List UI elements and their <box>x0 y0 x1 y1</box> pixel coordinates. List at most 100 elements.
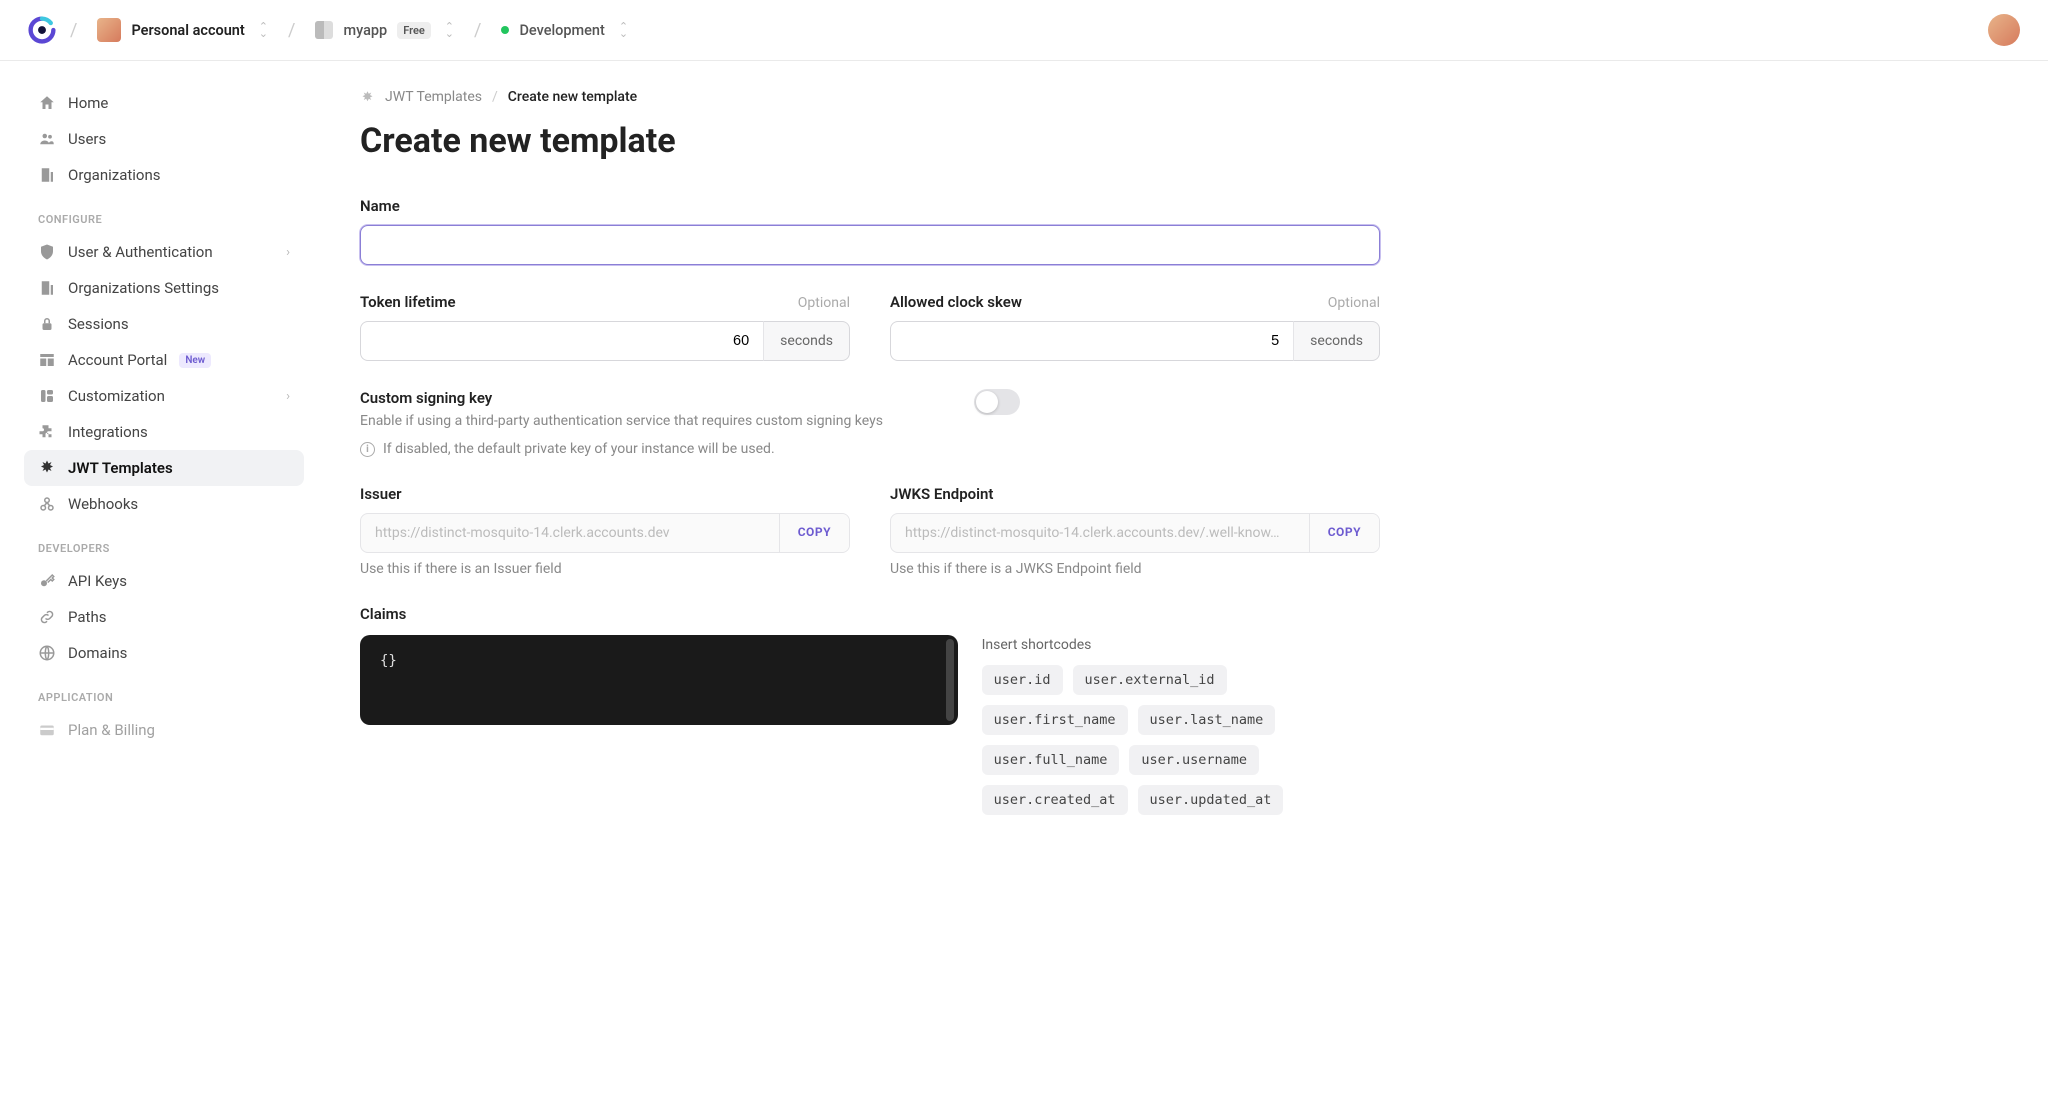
shortcode-chip[interactable]: user.full_name <box>982 745 1120 775</box>
signing-key-label: Custom signing key <box>360 389 883 407</box>
separator-icon: / <box>288 20 295 41</box>
breadcrumb-root[interactable]: JWT Templates <box>385 89 482 105</box>
sidebar-item-integrations[interactable]: Integrations <box>24 414 304 450</box>
jwks-hint: Use this if there is a JWKS Endpoint fie… <box>890 561 1380 577</box>
sidebar: Home Users Organizations CONFIGURE User … <box>0 61 320 883</box>
webhook-icon <box>38 495 56 513</box>
name-input[interactable] <box>360 225 1380 265</box>
app-name: myapp <box>343 22 387 39</box>
clock-skew-label: Allowed clock skew <box>890 293 1022 311</box>
shortcode-chip[interactable]: user.id <box>982 665 1063 695</box>
signing-key-info: If disabled, the default private key of … <box>383 441 775 457</box>
claims-content: {} <box>380 653 397 669</box>
plan-badge: Free <box>397 22 431 39</box>
shortcode-chip[interactable]: user.updated_at <box>1138 785 1284 815</box>
breadcrumb-current: Create new template <box>508 89 637 105</box>
chevron-updown-icon: ⌃⌄ <box>445 23 454 37</box>
building-icon <box>38 279 56 297</box>
sidebar-item-label: Home <box>68 94 108 112</box>
info-icon: i <box>360 442 375 457</box>
link-icon <box>38 608 56 626</box>
sidebar-item-label: Integrations <box>68 423 148 441</box>
sidebar-item-sessions[interactable]: Sessions <box>24 306 304 342</box>
sidebar-item-user-auth[interactable]: User & Authentication › <box>24 234 304 270</box>
separator-icon: / <box>492 89 498 105</box>
unit-label: seconds <box>763 321 850 361</box>
jwt-icon <box>360 90 375 105</box>
sidebar-item-jwt-templates[interactable]: JWT Templates <box>24 450 304 486</box>
signing-key-desc: Enable if using a third-party authentica… <box>360 411 883 431</box>
breadcrumb: JWT Templates / Create new template <box>360 89 1380 105</box>
account-label: Personal account <box>131 22 244 39</box>
sidebar-section-header: CONFIGURE <box>24 193 304 234</box>
shortcode-chip[interactable]: user.first_name <box>982 705 1128 735</box>
shortcode-chip[interactable]: user.external_id <box>1073 665 1227 695</box>
sidebar-item-label: Customization <box>68 387 165 405</box>
top-bar: / Personal account ⌃⌄ / myapp Free ⌃⌄ / … <box>0 0 2048 61</box>
optional-label: Optional <box>798 295 850 311</box>
jwt-icon <box>38 459 56 477</box>
token-lifetime-input[interactable] <box>360 321 763 361</box>
sidebar-item-label: User & Authentication <box>68 243 213 261</box>
sidebar-item-plan-billing[interactable]: Plan & Billing <box>24 712 304 748</box>
layout-icon <box>38 351 56 369</box>
sidebar-item-webhooks[interactable]: Webhooks <box>24 486 304 522</box>
key-icon <box>38 572 56 590</box>
separator-icon: / <box>70 20 77 41</box>
jwks-value: https://distinct-mosquito-14.clerk.accou… <box>891 514 1309 552</box>
sidebar-item-label: Users <box>68 130 106 148</box>
sidebar-item-customization[interactable]: Customization › <box>24 378 304 414</box>
home-icon <box>38 94 56 112</box>
puzzle-icon <box>38 423 56 441</box>
token-lifetime-label: Token lifetime <box>360 293 456 311</box>
jwks-label: JWKS Endpoint <box>890 485 993 503</box>
sidebar-section-header: APPLICATION <box>24 671 304 712</box>
top-bar-left: / Personal account ⌃⌄ / myapp Free ⌃⌄ / … <box>28 14 634 46</box>
issuer-copy-button[interactable]: COPY <box>779 514 849 552</box>
environment-switcher[interactable]: Development ⌃⌄ <box>495 18 634 43</box>
optional-label: Optional <box>1328 295 1380 311</box>
sidebar-item-label: Sessions <box>68 315 129 333</box>
sidebar-section-header: DEVELOPERS <box>24 522 304 563</box>
sidebar-item-paths[interactable]: Paths <box>24 599 304 635</box>
chevron-right-icon: › <box>286 389 290 404</box>
user-avatar[interactable] <box>1988 14 2020 46</box>
chevron-right-icon: › <box>286 245 290 260</box>
name-label: Name <box>360 197 1380 215</box>
unit-label: seconds <box>1293 321 1380 361</box>
app-switcher[interactable]: myapp Free ⌃⌄ <box>309 17 460 43</box>
chevron-updown-icon: ⌃⌄ <box>259 23 268 37</box>
sidebar-item-label: JWT Templates <box>68 459 173 477</box>
issuer-hint: Use this if there is an Issuer field <box>360 561 850 577</box>
globe-icon <box>38 644 56 662</box>
jwks-copy-button[interactable]: COPY <box>1309 514 1379 552</box>
environment-label: Development <box>519 22 604 39</box>
app-icon <box>315 21 333 39</box>
sidebar-item-org-settings[interactable]: Organizations Settings <box>24 270 304 306</box>
sidebar-item-domains[interactable]: Domains <box>24 635 304 671</box>
issuer-value: https://distinct-mosquito-14.clerk.accou… <box>361 514 779 552</box>
claims-editor[interactable]: {} <box>360 635 958 725</box>
sidebar-item-label: Organizations Settings <box>68 279 219 297</box>
shortcode-chips: user.iduser.external_iduser.first_nameus… <box>982 665 1380 815</box>
issuer-label: Issuer <box>360 485 402 503</box>
: Insert shortcodes <box>982 637 1380 653</box>
shortcode-chip[interactable]: user.username <box>1129 745 1259 775</box>
users-icon <box>38 130 56 148</box>
shield-icon <box>38 243 56 261</box>
account-switcher[interactable]: Personal account ⌃⌄ <box>91 14 274 46</box>
shortcode-chip[interactable]: user.created_at <box>982 785 1128 815</box>
main-content: JWT Templates / Create new template Crea… <box>320 61 1420 883</box>
sidebar-item-users[interactable]: Users <box>24 121 304 157</box>
sidebar-item-account-portal[interactable]: Account Portal New <box>24 342 304 378</box>
shortcode-chip[interactable]: user.last_name <box>1138 705 1276 735</box>
clock-skew-input[interactable] <box>890 321 1293 361</box>
sidebar-item-api-keys[interactable]: API Keys <box>24 563 304 599</box>
sidebar-item-home[interactable]: Home <box>24 85 304 121</box>
status-dot-icon <box>501 26 509 34</box>
sidebar-item-label: Organizations <box>68 166 161 184</box>
sidebar-item-label: Plan & Billing <box>68 721 155 739</box>
signing-key-toggle[interactable] <box>974 389 1020 415</box>
clerk-logo-icon[interactable] <box>28 16 56 44</box>
sidebar-item-organizations[interactable]: Organizations <box>24 157 304 193</box>
